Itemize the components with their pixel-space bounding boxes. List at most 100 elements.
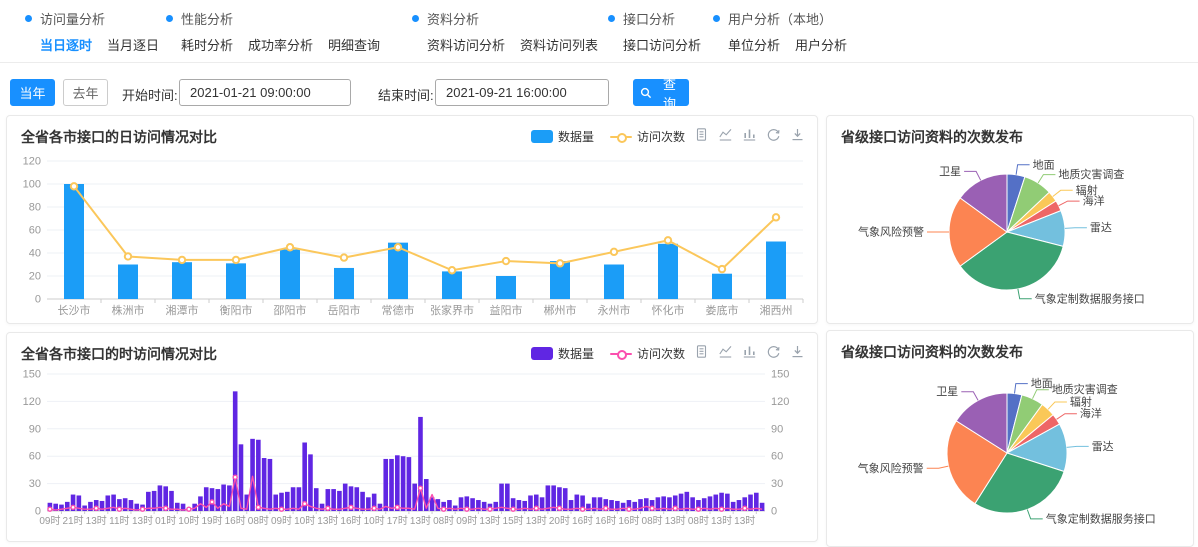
start-time-label: 开始时间: [122,85,178,104]
save-image-icon[interactable] [790,127,805,142]
nav-item[interactable]: 用户分析 [795,35,847,54]
svg-text:益阳市: 益阳市 [490,303,523,317]
filter-bar: 当年 去年 开始时间: 结束时间: 查询 [0,70,1198,112]
svg-text:120: 120 [23,156,41,168]
svg-text:90: 90 [29,423,41,435]
legend-item[interactable]: 数据量 [531,128,594,145]
end-time-input[interactable] [435,79,609,106]
data-view-icon[interactable] [694,344,709,359]
switch-to-line-icon[interactable] [718,344,733,359]
svg-text:娄底市: 娄底市 [706,303,739,317]
last-year-button[interactable]: 去年 [63,79,108,106]
svg-text:90: 90 [771,423,783,435]
top-nav: 访问量分析当日逐时当月逐日性能分析耗时分析成功率分析明细查询资料分析资料访问分析… [0,0,1198,63]
hourly-chart-toolbox [694,344,805,359]
nav-bullet-icon [166,15,173,22]
daily-chart-legend: 数据量访问次数 [531,128,685,145]
svg-text:09时: 09时 [456,515,477,527]
hourly-chart-plot: 0030306060909012012015015009时21时13时11时13… [9,365,813,537]
search-icon [640,87,652,99]
svg-text:0: 0 [771,506,777,518]
svg-text:张家界市: 张家界市 [430,303,474,317]
svg-text:16时: 16时 [340,515,361,527]
nav-item[interactable]: 明细查询 [328,35,380,54]
switch-to-line-icon[interactable] [718,127,733,142]
svg-text:60: 60 [29,451,41,463]
nav-item[interactable]: 当月逐日 [107,35,159,54]
svg-text:13时: 13时 [86,515,107,527]
svg-text:08时: 08时 [642,515,663,527]
nav-item[interactable]: 接口访问分析 [623,35,701,54]
svg-text:16时: 16时 [572,515,593,527]
pie-label: 海洋 [1080,406,1102,420]
current-year-button[interactable]: 当年 [10,79,55,106]
search-button[interactable]: 查询 [633,79,689,106]
pie-label: 雷达 [1090,221,1112,234]
pie-label: 地面 [1033,158,1055,171]
restore-icon[interactable] [766,344,781,359]
hourly-chart-legend: 数据量访问次数 [531,345,685,362]
svg-text:11时: 11时 [109,515,129,527]
pie-bottom-title: 省级接口访问资料的次数发布 [841,342,1023,362]
svg-text:19时: 19时 [201,515,222,527]
restore-icon[interactable] [766,127,781,142]
legend-bar-swatch-icon [531,347,553,360]
legend-item[interactable]: 数据量 [531,345,594,362]
svg-text:01时: 01时 [155,515,176,527]
save-image-icon[interactable] [790,344,805,359]
pie-label: 地面 [1031,377,1053,390]
nav-group-title: 接口分析 [623,9,675,28]
switch-to-bar-icon[interactable] [742,127,757,142]
pie-label: 卫星 [936,385,958,398]
svg-text:13时: 13时 [734,515,755,527]
svg-text:150: 150 [771,369,789,381]
nav-item[interactable]: 资料访问列表 [520,35,598,54]
legend-item[interactable]: 访问次数 [610,128,685,145]
nav-group-4: 用户分析（本地）单位分析用户分析 [713,9,847,54]
nav-item[interactable]: 单位分析 [728,35,780,54]
legend-label: 数据量 [558,345,594,362]
nav-item[interactable]: 当日逐时 [40,35,92,54]
nav-item[interactable]: 耗时分析 [181,35,233,54]
pie-bottom-plot: 地面地质灾害调查辐射海洋雷达气象定制数据服务接口气象风险预警卫星 [827,361,1193,544]
pie-label: 海洋 [1083,194,1105,208]
end-time-label: 结束时间: [378,85,434,104]
nav-group-0: 访问量分析当日逐时当月逐日 [25,9,159,54]
switch-to-bar-icon[interactable] [742,344,757,359]
svg-text:120: 120 [771,396,789,408]
nav-item[interactable]: 资料访问分析 [427,35,505,54]
svg-text:150: 150 [23,369,41,381]
svg-text:17时: 17时 [387,515,408,527]
nav-item[interactable]: 成功率分析 [248,35,313,54]
svg-text:16时: 16时 [595,515,616,527]
pie-label: 辐射 [1070,394,1092,408]
svg-text:80: 80 [29,202,41,214]
pie-label: 气象风险预警 [858,461,924,475]
pie-top-title: 省级接口访问资料的次数发布 [841,127,1023,147]
legend-item[interactable]: 访问次数 [610,345,685,362]
svg-text:09时: 09时 [39,515,60,527]
nav-bullet-icon [25,15,32,22]
nav-group-title: 性能分析 [181,9,233,28]
svg-text:08时: 08时 [433,515,454,527]
svg-text:湘潭市: 湘潭市 [166,303,199,317]
svg-text:20时: 20时 [549,515,570,527]
data-view-icon[interactable] [694,127,709,142]
svg-text:永州市: 永州市 [598,303,631,317]
nav-group-title: 访问量分析 [40,9,105,28]
province-pie-card-top: 省级接口访问资料的次数发布 地面地质灾害调查辐射海洋雷达气象定制数据服务接口气象… [826,115,1194,324]
svg-text:岳阳市: 岳阳市 [328,303,361,317]
svg-text:16时: 16时 [618,515,639,527]
pie-label: 雷达 [1092,440,1114,453]
nav-bullet-icon [713,15,720,22]
pie-label: 气象风险预警 [858,225,924,239]
start-time-input[interactable] [179,79,351,106]
svg-text:13时: 13时 [317,515,338,527]
svg-text:13时: 13时 [711,515,732,527]
svg-text:100: 100 [23,179,41,191]
svg-text:13时: 13时 [132,515,153,527]
daily-chart-plot: 020406080100120长沙市株洲市湘潭市衡阳市邵阳市岳阳市常德市张家界市… [9,148,813,320]
search-button-label: 查询 [657,74,682,112]
daily-chart-title: 全省各市接口的日访问情况对比 [21,127,217,147]
svg-text:30: 30 [29,478,41,490]
